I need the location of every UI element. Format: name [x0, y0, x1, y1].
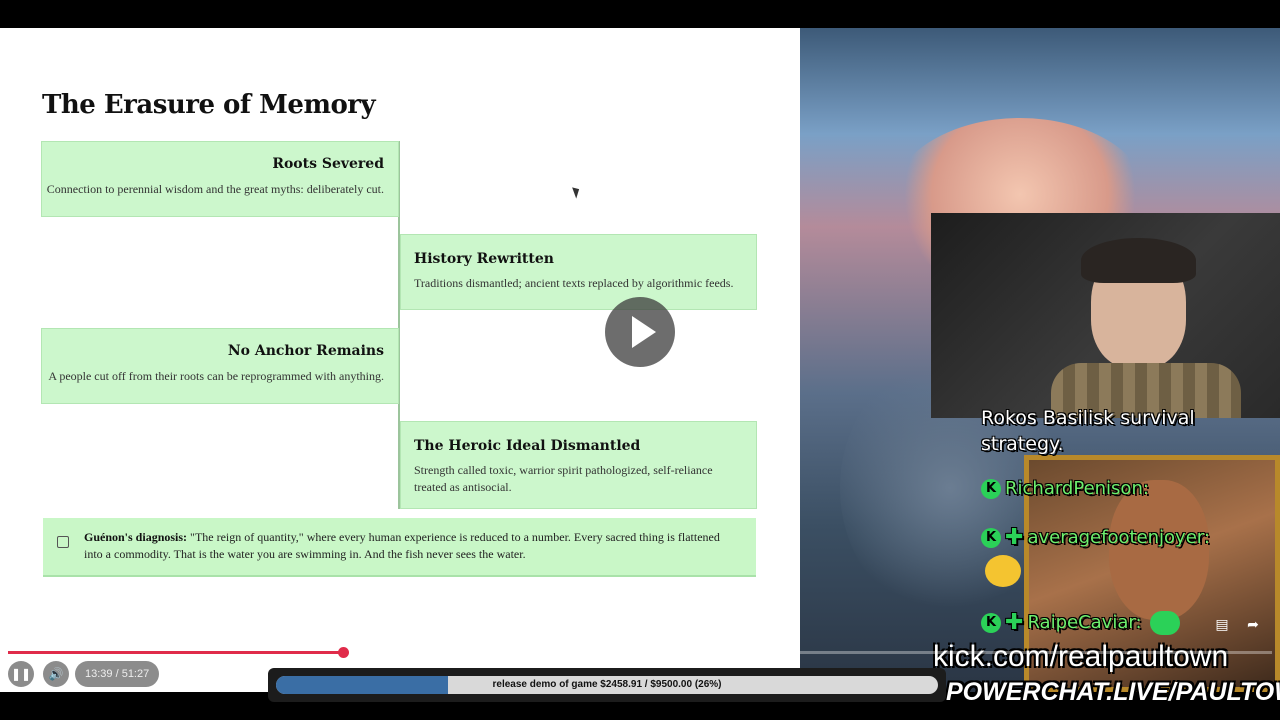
- powerchat-text: POWERCHAT.LIVE/PAULTOWN: [946, 678, 1280, 706]
- chat-username: RichardPenison:: [1005, 478, 1149, 499]
- timeline-card-no-anchor: No Anchor Remains A people cut off from …: [41, 328, 399, 404]
- volume-button[interactable]: 🔊: [43, 661, 69, 687]
- streamer-cap: [1081, 238, 1196, 283]
- donation-goal-bar: release demo of game $2458.91 / $9500.00…: [268, 668, 946, 702]
- mouse-cursor-icon: [572, 185, 582, 199]
- overlay-face: [1109, 480, 1209, 620]
- note-text: Guénon's diagnosis: "The reign of quanti…: [84, 529, 726, 563]
- goal-text: release demo of game $2458.91 / $9500.00…: [492, 679, 722, 690]
- card-text: Strength called toxic, warrior spirit pa…: [414, 463, 713, 494]
- duck-emote-icon: [985, 555, 1021, 587]
- kick-badge-icon: K: [981, 478, 1001, 499]
- card-title: History Rewritten: [414, 251, 554, 267]
- emote-icon: [1149, 610, 1180, 635]
- chat-message-previous: Rokos Basilisk survival strategy.: [981, 407, 1195, 455]
- seek-bar-handle[interactable]: [337, 647, 349, 658]
- card-text: A people cut off from their roots can be…: [48, 369, 384, 383]
- chat-username: averagefootenjoyer:: [1027, 527, 1210, 548]
- timeline-card-heroic-ideal: The Heroic Ideal Dismantled Strength cal…: [400, 421, 757, 509]
- play-icon[interactable]: [605, 297, 675, 367]
- chat-line: K RichardPenison:: [981, 478, 1149, 499]
- seek-bar[interactable]: [8, 647, 1272, 658]
- pause-button[interactable]: ❚❚: [8, 661, 34, 687]
- time-display: 13:39 / 51:27: [75, 661, 160, 687]
- kick-url-text: kick.com/realpaultown: [933, 640, 1229, 673]
- card-title: No Anchor Remains: [227, 343, 384, 359]
- seek-bar-progress: [8, 651, 343, 654]
- card-title: The Heroic Ideal Dismantled: [414, 438, 641, 454]
- kick-badge-icon: K: [981, 612, 1001, 633]
- slide-title: The Erasure of Memory: [42, 90, 376, 120]
- share-icon[interactable]: ➦: [1243, 616, 1263, 634]
- card-text: Traditions dismantled; ancient texts rep…: [414, 276, 734, 290]
- notes-icon[interactable]: ▤: [1212, 616, 1232, 634]
- kick-badge-icon: K: [981, 527, 1001, 548]
- video-player: The Erasure of Memory Roots Severed Conn…: [0, 0, 1280, 720]
- chat-overlay: Rokos Basilisk survival strategy. K Rich…: [981, 405, 1261, 635]
- chat-username: RaipeCaviar:: [1027, 612, 1142, 633]
- diagnosis-note: Guénon's diagnosis: "The reign of quanti…: [43, 518, 756, 577]
- subscriber-badge-icon: ✚: [1005, 610, 1024, 635]
- webcam-streamer: [931, 213, 1280, 418]
- timeline-card-history-rewritten: History Rewritten Traditions dismantled;…: [400, 234, 757, 310]
- presentation-slide: The Erasure of Memory Roots Severed Conn…: [0, 28, 800, 692]
- note-label: Guénon's diagnosis:: [84, 530, 188, 544]
- chat-line: K ✚ RaipeCaviar:: [981, 610, 1180, 635]
- timeline-card-roots-severed: Roots Severed Connection to perennial wi…: [41, 141, 399, 217]
- subscriber-badge-icon: ✚: [1005, 525, 1024, 550]
- note-icon: [57, 536, 69, 548]
- chat-line: K ✚ averagefootenjoyer:: [981, 525, 1210, 550]
- card-title: Roots Severed: [272, 156, 384, 172]
- goal-track: release demo of game $2458.91 / $9500.00…: [276, 676, 938, 694]
- card-text: Connection to perennial wisdom and the g…: [46, 182, 384, 196]
